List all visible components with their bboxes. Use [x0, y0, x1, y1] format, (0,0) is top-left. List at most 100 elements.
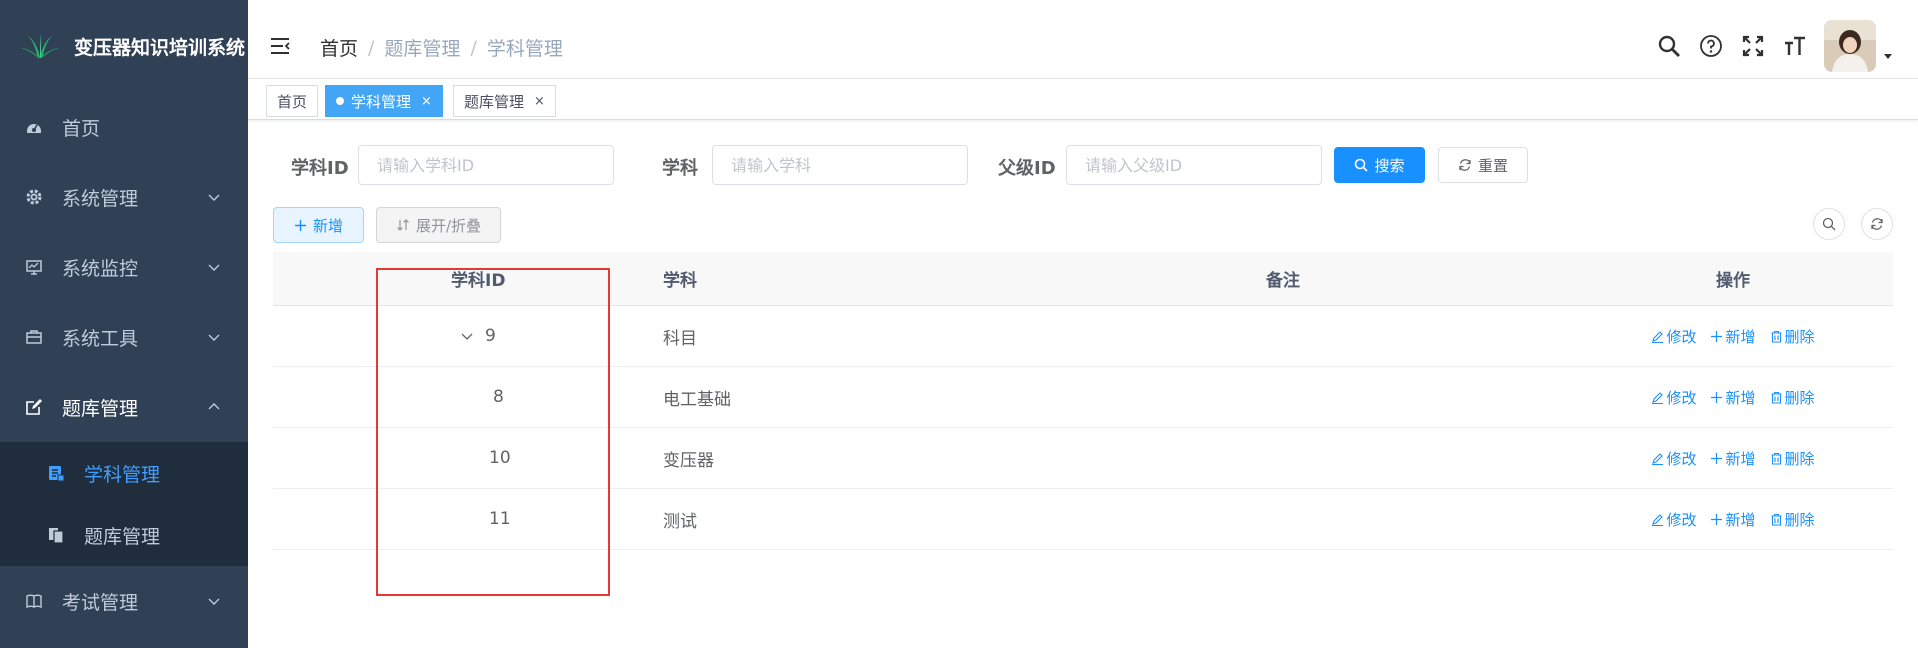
add-label: 新增 — [1725, 327, 1756, 346]
refresh-button[interactable] — [1861, 208, 1893, 240]
delete-link[interactable]: 删除 — [1770, 448, 1815, 469]
sidebar-item-question-management[interactable]: 题库管理 — [0, 504, 248, 566]
cell-id: 11 — [273, 489, 663, 549]
active-dot-icon — [336, 97, 344, 105]
subject-input[interactable] — [712, 145, 968, 185]
sidebar-item-label: 系统监控 — [62, 257, 139, 280]
cell-id: 8 — [273, 367, 663, 427]
table-header: 学科ID 学科 备注 操作 — [273, 252, 1893, 306]
cell-subject: 科目 — [663, 328, 697, 349]
delete-link[interactable]: 删除 — [1770, 326, 1815, 347]
toolbox-icon — [24, 327, 44, 347]
edit-label: 修改 — [1666, 449, 1697, 468]
tag-label: 题库管理 — [464, 92, 525, 111]
breadcrumb: 首页 / 题库管理 / 学科管理 — [320, 34, 563, 61]
add-child-link[interactable]: 新增 — [1710, 509, 1756, 530]
avatar[interactable] — [1824, 20, 1876, 72]
search-icon — [1355, 158, 1369, 172]
close-icon[interactable]: × — [421, 94, 432, 109]
sidebar-item-system-tools[interactable]: 系统工具 — [0, 302, 248, 372]
parent-id-input[interactable] — [1066, 145, 1322, 185]
delete-label: 删除 — [1784, 449, 1815, 468]
sidebar-item-home[interactable]: 首页 — [0, 92, 248, 162]
delete-label: 删除 — [1784, 388, 1815, 407]
cell-id: 10 — [273, 428, 663, 488]
add-child-link[interactable]: 新增 — [1710, 326, 1756, 347]
sidebar-item-label: 考试管理 — [62, 591, 139, 614]
subject-id-label: 学科ID — [291, 158, 349, 179]
hamburger-icon[interactable] — [268, 34, 292, 58]
toggle-search-button[interactable] — [1813, 208, 1845, 240]
sidebar: 变压器知识培训系统 首页 系统管理 系统监控 系统工具 题库管理 学科管理 题库… — [0, 0, 248, 648]
tag-subject-management[interactable]: 学科管理 × — [325, 85, 443, 117]
chevron-down-icon — [208, 194, 220, 201]
reset-button[interactable]: 重置 — [1438, 147, 1528, 183]
edit-link[interactable]: 修改 — [1651, 387, 1696, 408]
delete-label: 删除 — [1784, 510, 1815, 529]
breadcrumb-separator: / — [368, 36, 375, 59]
expand-collapse-button[interactable]: 展开/折叠 — [376, 207, 501, 243]
cell-subject-id: 11 — [489, 509, 511, 529]
app-title: 变压器知识培训系统 — [74, 36, 246, 59]
sidebar-item-system-monitor[interactable]: 系统监控 — [0, 232, 248, 302]
sidebar-item-label: 学科管理 — [84, 463, 161, 486]
reset-button-label: 重置 — [1477, 156, 1508, 175]
add-child-link[interactable]: 新增 — [1710, 387, 1756, 408]
edit-link[interactable]: 修改 — [1651, 448, 1696, 469]
breadcrumb-item-question-bank[interactable]: 题库管理 — [384, 34, 460, 61]
cell-id: 9 — [273, 306, 663, 366]
edit-label: 修改 — [1666, 327, 1697, 346]
add-button-label: 新增 — [312, 216, 343, 235]
expand-collapse-label: 展开/折叠 — [415, 216, 482, 235]
sidebar-item-subject-management[interactable]: 学科管理 — [0, 442, 248, 504]
tags-view: 首页 学科管理 × 题库管理 × — [248, 78, 1918, 120]
cell-subject: 测试 — [663, 511, 697, 532]
plus-icon — [1711, 391, 1723, 403]
tag-question-management[interactable]: 题库管理 × — [453, 85, 556, 117]
search-button[interactable]: 搜索 — [1334, 147, 1425, 183]
caret-down-icon[interactable] — [1882, 50, 1894, 62]
search-icon[interactable] — [1656, 33, 1682, 59]
table-row: 9 科目 修改 新增 删除 — [273, 306, 1893, 367]
column-header-subject: 学科 — [663, 271, 697, 291]
copy-icon — [46, 525, 66, 545]
edit-icon — [1652, 330, 1664, 343]
plus-icon — [1711, 513, 1723, 525]
edit-icon — [24, 397, 44, 417]
gear-icon — [24, 187, 44, 207]
sidebar-item-label: 题库管理 — [84, 525, 161, 548]
close-icon[interactable]: × — [534, 94, 545, 109]
add-child-link[interactable]: 新增 — [1710, 448, 1756, 469]
logo[interactable]: 变压器知识培训系统 — [0, 0, 248, 92]
cell-subject: 电工基础 — [663, 389, 731, 410]
fullscreen-icon[interactable] — [1740, 33, 1766, 59]
sidebar-item-label: 系统工具 — [62, 327, 139, 350]
cell-subject-id: 9 — [485, 326, 496, 346]
sidebar-item-system-management[interactable]: 系统管理 — [0, 162, 248, 232]
sidebar-item-question-bank[interactable]: 题库管理 — [0, 372, 248, 442]
navbar: 首页 / 题库管理 / 学科管理 — [248, 14, 1918, 78]
tag-home[interactable]: 首页 — [266, 85, 319, 117]
navbar-tools — [1656, 18, 1918, 74]
chevron-down-icon[interactable] — [460, 329, 474, 343]
search-icon — [1822, 217, 1836, 231]
search-button-label: 搜索 — [1374, 156, 1405, 175]
delete-link[interactable]: 删除 — [1770, 387, 1815, 408]
add-button[interactable]: 新增 — [273, 207, 364, 243]
font-size-icon[interactable] — [1782, 33, 1808, 59]
subject-label: 学科 — [662, 158, 698, 179]
subject-id-input[interactable] — [358, 145, 614, 185]
edit-link[interactable]: 修改 — [1651, 509, 1696, 530]
parent-id-label: 父级ID — [998, 158, 1056, 179]
sidebar-item-exam-management[interactable]: 考试管理 — [0, 566, 248, 636]
cell-subject-id: 10 — [489, 448, 511, 468]
edit-link[interactable]: 修改 — [1651, 326, 1696, 347]
chevron-up-icon — [208, 403, 220, 410]
breadcrumb-item-home[interactable]: 首页 — [320, 34, 358, 61]
edit-label: 修改 — [1666, 388, 1697, 407]
sidebar-item-label: 系统管理 — [62, 187, 139, 210]
help-icon[interactable] — [1698, 33, 1724, 59]
cell-actions: 修改 新增 删除 — [1573, 448, 1893, 469]
book-icon — [24, 591, 44, 611]
delete-link[interactable]: 删除 — [1770, 509, 1815, 530]
